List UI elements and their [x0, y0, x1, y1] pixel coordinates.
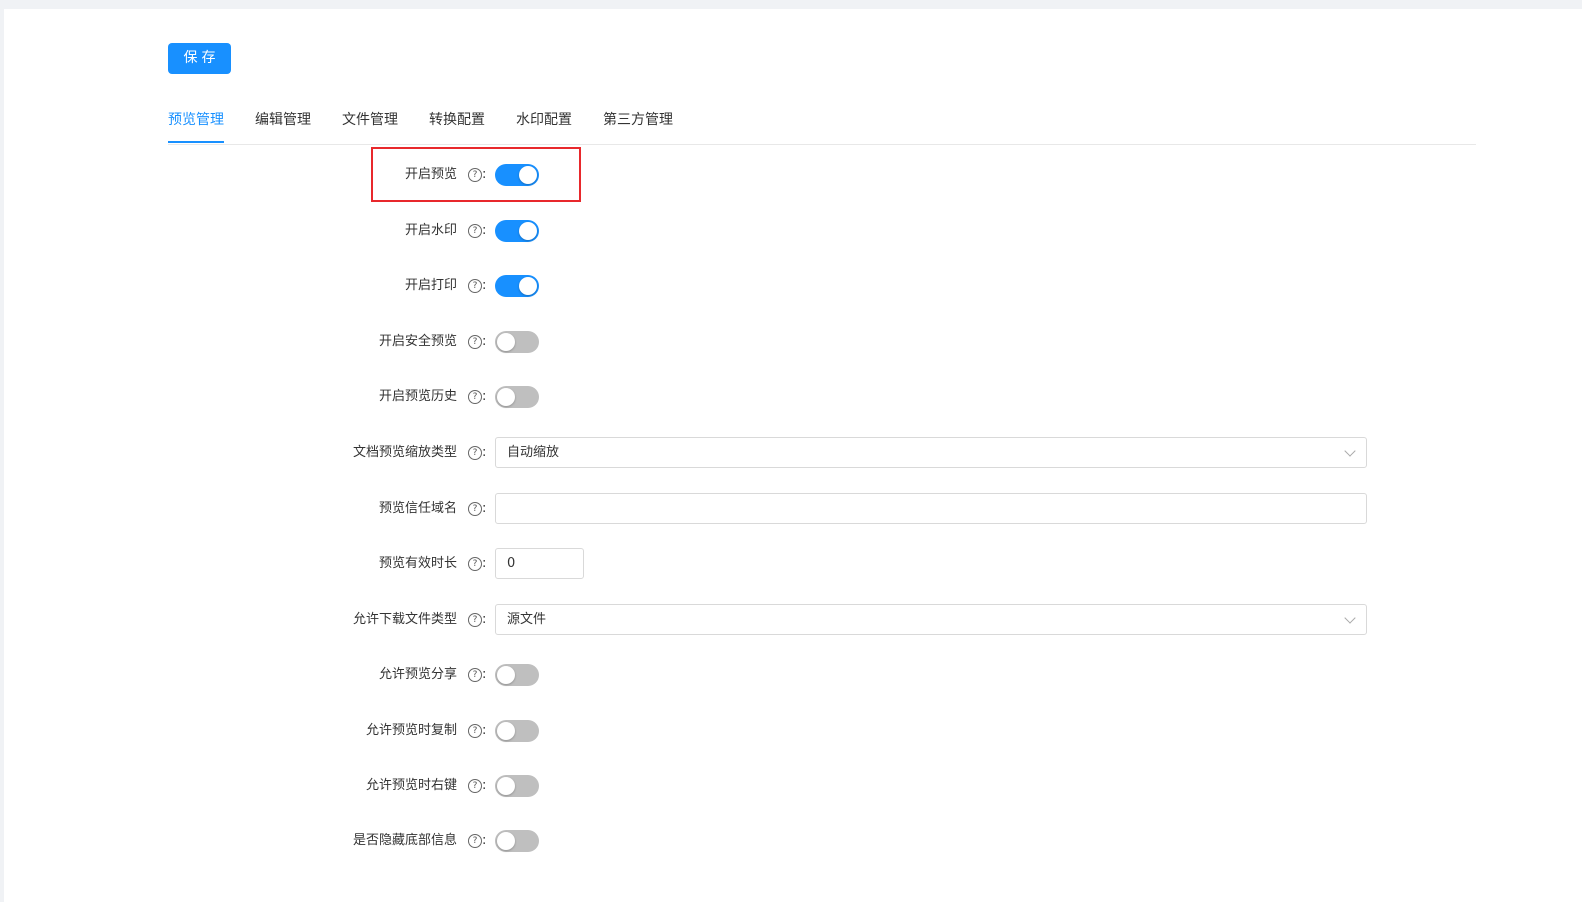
question-circle-icon[interactable]: ?	[468, 446, 482, 460]
doc-zoom-type-label: 文档预览缩放类型	[352, 445, 457, 460]
label-colon: :	[482, 556, 487, 571]
form-row-allow-share: 允许预览分享 ? :	[0, 659, 1582, 691]
enable-print-label: 开启打印	[404, 278, 457, 293]
question-circle-icon[interactable]: ?	[468, 613, 482, 627]
form-row-trusted-domain: 预览信任域名 ? :	[0, 493, 1582, 525]
switch-knob	[497, 832, 515, 850]
form-row-valid-duration: 预览有效时长 ? : 0	[0, 548, 1582, 580]
allow-copy-label: 允许预览时复制	[365, 723, 457, 738]
tab-preview-management[interactable]: 预览管理	[168, 104, 224, 143]
label-colon: :	[482, 612, 487, 627]
tab-conversion-config[interactable]: 转换配置	[429, 104, 485, 143]
trusted-domain-label: 预览信任域名	[378, 501, 457, 516]
switch-knob	[497, 388, 515, 406]
switch-knob	[497, 777, 515, 795]
doc-zoom-type-select[interactable]: 自动缩放	[495, 437, 1367, 468]
download-file-type-label: 允许下载文件类型	[352, 612, 457, 627]
tab-file-management[interactable]: 文件管理	[342, 104, 398, 143]
download-file-type-select[interactable]: 源文件	[495, 604, 1367, 635]
form-row-doc-zoom-type: 文档预览缩放类型 ? : 自动缩放	[0, 437, 1582, 469]
switch-knob	[519, 222, 537, 240]
switch-knob	[519, 277, 537, 295]
tab-edit-management[interactable]: 编辑管理	[255, 104, 311, 143]
form-row-enable-secure-preview: 开启安全预览 ? :	[0, 326, 1582, 358]
valid-duration-label: 预览有效时长	[378, 556, 457, 571]
valid-duration-input[interactable]: 0	[495, 548, 584, 579]
label-colon: :	[482, 445, 487, 460]
form-row-enable-preview-history: 开启预览历史 ? :	[0, 381, 1582, 413]
label-colon: :	[482, 667, 487, 682]
label-colon: :	[482, 723, 487, 738]
download-file-type-value: 源文件	[507, 612, 547, 627]
question-circle-icon[interactable]: ?	[468, 224, 482, 238]
doc-zoom-type-value: 自动缩放	[507, 445, 560, 460]
question-circle-icon[interactable]: ?	[468, 279, 482, 293]
form-row-allow-right-click: 允许预览时右键 ? :	[0, 770, 1582, 802]
question-circle-icon[interactable]: ?	[468, 834, 482, 848]
allow-right-click-switch[interactable]	[495, 775, 539, 797]
label-colon: :	[482, 389, 487, 404]
question-circle-icon[interactable]: ?	[468, 502, 482, 516]
trusted-domain-input[interactable]	[495, 493, 1367, 524]
chevron-down-icon	[1344, 612, 1356, 624]
enable-watermark-switch[interactable]	[495, 220, 539, 242]
enable-secure-preview-switch[interactable]	[495, 331, 539, 353]
form-row-allow-copy: 允许预览时复制 ? :	[0, 715, 1582, 747]
enable-secure-preview-label: 开启安全预览	[378, 334, 457, 349]
chevron-down-icon	[1344, 445, 1356, 457]
label-colon: :	[482, 778, 487, 793]
question-circle-icon[interactable]: ?	[468, 724, 482, 738]
question-circle-icon[interactable]: ?	[468, 668, 482, 682]
enable-preview-history-switch[interactable]	[495, 386, 539, 408]
annotation-highlight-box	[371, 147, 581, 202]
hide-footer-info-label: 是否隐藏底部信息	[352, 833, 457, 848]
switch-knob	[497, 333, 515, 351]
form-row-enable-watermark: 开启水印 ? :	[0, 215, 1582, 247]
enable-watermark-label: 开启水印	[404, 223, 457, 238]
save-button[interactable]: 保存	[168, 43, 231, 74]
label-colon: :	[482, 278, 487, 293]
label-colon: :	[482, 223, 487, 238]
enable-preview-history-label: 开启预览历史	[378, 389, 457, 404]
switch-knob	[497, 666, 515, 684]
tab-third-party-management[interactable]: 第三方管理	[603, 104, 673, 143]
form-row-download-file-type: 允许下载文件类型 ? : 源文件	[0, 604, 1582, 636]
enable-print-switch[interactable]	[495, 275, 539, 297]
tab-watermark-config[interactable]: 水印配置	[516, 104, 572, 143]
question-circle-icon[interactable]: ?	[468, 557, 482, 571]
allow-share-label: 允许预览分享	[378, 667, 457, 682]
label-colon: :	[482, 501, 487, 516]
hide-footer-info-switch[interactable]	[495, 830, 539, 852]
question-circle-icon[interactable]: ?	[468, 779, 482, 793]
allow-copy-switch[interactable]	[495, 720, 539, 742]
form-row-enable-print: 开启打印 ? :	[0, 270, 1582, 302]
form-row-hide-footer-info: 是否隐藏底部信息 ? :	[0, 825, 1582, 857]
switch-knob	[497, 722, 515, 740]
question-circle-icon[interactable]: ?	[468, 335, 482, 349]
question-circle-icon[interactable]: ?	[468, 390, 482, 404]
allow-right-click-label: 允许预览时右键	[365, 778, 457, 793]
form-row-enable-preview: 开启预览 ? :	[0, 159, 1582, 191]
allow-share-switch[interactable]	[495, 664, 539, 686]
label-colon: :	[482, 334, 487, 349]
settings-tabs: 预览管理 编辑管理 文件管理 转换配置 水印配置 第三方管理	[168, 104, 1476, 145]
label-colon: :	[482, 833, 487, 848]
